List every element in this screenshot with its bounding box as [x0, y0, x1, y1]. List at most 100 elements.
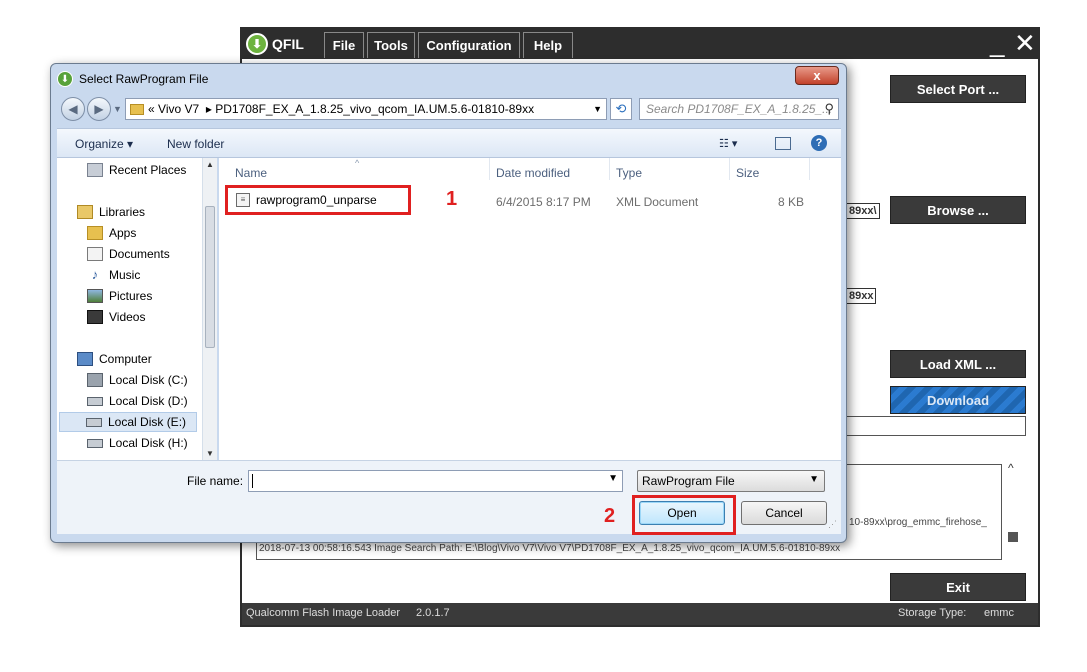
open-button[interactable]: Open: [639, 501, 725, 525]
status-storage-value[interactable]: emmc: [984, 607, 1014, 619]
nav-item-apps[interactable]: Apps: [87, 223, 136, 243]
status-version: 2.0.1.7: [416, 607, 450, 619]
status-bar: Qualcomm Flash Image Loader 2.0.1.7 Stor…: [242, 603, 1038, 625]
minimize-icon[interactable]: _: [990, 29, 1004, 57]
log-line: 2018-07-13 00:58:16.543 Image Search Pat…: [259, 543, 1001, 554]
nav-item-label: Local Disk (D:): [109, 394, 188, 408]
nav-item-libraries[interactable]: Libraries: [77, 202, 145, 222]
scroll-down-icon[interactable]: ▼: [206, 449, 214, 458]
dialog-title-text: Select RawProgram File: [79, 72, 209, 86]
preview-pane-icon[interactable]: [775, 137, 791, 150]
back-icon[interactable]: ◀: [61, 97, 85, 121]
nav-item-documents[interactable]: Documents: [87, 244, 170, 264]
file-name-dropdown-icon[interactable]: ▼: [608, 473, 618, 484]
column-size[interactable]: Size: [736, 166, 759, 180]
download-icon: ⬇: [57, 71, 73, 87]
file-name-input[interactable]: ▼: [248, 470, 623, 492]
libraries-icon: [77, 205, 93, 219]
qfil-logo: ⬇ QFIL: [246, 32, 304, 56]
log-scroll-up-icon[interactable]: ^: [1008, 461, 1014, 475]
column-divider[interactable]: [609, 158, 610, 180]
file-item-rawprogram0-unparse[interactable]: ≡ rawprogram0_unparse: [225, 185, 411, 215]
file-type-filter[interactable]: RawProgram File ▼: [637, 470, 825, 492]
dialog-close-button[interactable]: x: [795, 66, 839, 85]
breadcrumb-current-folder[interactable]: PD1708F_EX_A_1.8.25_vivo_qcom_IA.UM.5.6-…: [215, 102, 534, 116]
drive-icon: [87, 373, 103, 387]
nav-item-local-disk-d[interactable]: Local Disk (D:): [87, 391, 188, 411]
address-overflow[interactable]: «: [148, 102, 155, 116]
column-divider[interactable]: [489, 158, 490, 180]
xml-file-icon: ≡: [236, 193, 250, 207]
log-scroll-thumb[interactable]: [1008, 532, 1018, 542]
nav-item-label: Local Disk (C:): [109, 373, 188, 387]
nav-item-local-disk-c[interactable]: Local Disk (C:): [87, 370, 188, 390]
nav-item-label: Documents: [109, 247, 170, 261]
nav-item-pictures[interactable]: Pictures: [87, 286, 152, 306]
qfil-app-name: QFIL: [272, 36, 304, 52]
chevron-down-icon[interactable]: ▼: [809, 474, 819, 485]
menu-file[interactable]: File: [324, 32, 364, 58]
drive-icon: [87, 396, 103, 406]
resize-grip-icon[interactable]: ⋰: [828, 519, 837, 530]
nav-item-label: Music: [109, 268, 141, 282]
progress-field: [842, 416, 1026, 436]
forward-icon[interactable]: ▶: [87, 97, 111, 121]
drive-icon: [86, 417, 102, 427]
menu-tools[interactable]: Tools: [367, 32, 415, 58]
nav-item-label: Recent Places: [109, 163, 187, 177]
help-icon[interactable]: ?: [811, 135, 827, 151]
nav-item-recent-places[interactable]: Recent Places: [87, 160, 186, 180]
pictures-icon: [87, 289, 103, 303]
nav-item-videos[interactable]: Videos: [87, 307, 145, 327]
file-size: 8 KB: [778, 195, 805, 209]
status-storage-label: Storage Type:: [898, 607, 967, 619]
folder-icon: [87, 226, 103, 240]
exit-button[interactable]: Exit: [890, 573, 1026, 601]
search-input[interactable]: Search PD1708F_EX_A_1.8.25_... ⚲: [639, 98, 839, 120]
nav-scrollbar[interactable]: ▲ ▼: [202, 158, 217, 460]
column-divider[interactable]: [809, 158, 810, 180]
menu-configuration[interactable]: Configuration: [418, 32, 520, 58]
nav-item-label: Videos: [109, 310, 146, 324]
dialog-title: ⬇ Select RawProgram File: [57, 69, 208, 89]
load-xml-button[interactable]: Load XML ...: [890, 350, 1026, 378]
column-name[interactable]: Name: [235, 166, 267, 180]
nav-item-label: Local Disk (H:): [109, 436, 188, 450]
nav-item-label: Libraries: [99, 205, 146, 219]
close-icon[interactable]: ✕: [1014, 29, 1036, 57]
nav-item-music[interactable]: ♪ Music: [87, 265, 141, 285]
recent-locations-icon[interactable]: ▼: [113, 104, 122, 114]
nav-item-local-disk-h[interactable]: Local Disk (H:): [87, 433, 188, 453]
text-cursor: [252, 474, 253, 488]
folder-icon: [130, 103, 144, 115]
nav-scroll-thumb[interactable]: [205, 206, 215, 348]
nav-item-local-disk-e[interactable]: Local Disk (E:): [59, 412, 197, 432]
scroll-up-icon[interactable]: ▲: [206, 160, 214, 169]
annotation-2: 2: [604, 505, 616, 527]
column-divider[interactable]: [729, 158, 730, 180]
dialog-bottom-bar: File name: ▼ RawProgram File ▼ 2 Open Ca…: [57, 460, 841, 535]
breadcrumb-vivo-v7[interactable]: Vivo V7: [158, 102, 199, 116]
organize-button[interactable]: Organize ▾: [75, 137, 133, 151]
menu-help[interactable]: Help: [523, 32, 573, 58]
column-type[interactable]: Type: [616, 166, 642, 180]
refresh-icon[interactable]: ⟲: [610, 98, 632, 120]
address-dropdown-icon[interactable]: ▼: [593, 104, 602, 114]
nav-item-computer[interactable]: Computer: [77, 349, 152, 369]
file-name-label: File name:: [187, 474, 244, 488]
select-port-button[interactable]: Select Port ...: [890, 75, 1026, 103]
breadcrumb-separator[interactable]: ▸: [206, 102, 212, 116]
browse-button[interactable]: Browse ...: [890, 196, 1026, 224]
search-icon[interactable]: ⚲: [824, 101, 834, 117]
videos-icon: [87, 310, 103, 324]
view-options-icon[interactable]: ☷ ▾: [719, 137, 737, 150]
cancel-button[interactable]: Cancel: [741, 501, 827, 525]
address-bar[interactable]: « Vivo V7 ▸ PD1708F_EX_A_1.8.25_vivo_qco…: [125, 98, 607, 120]
qfil-menubar: ⬇ QFIL File Tools Configuration Help _ ✕: [242, 29, 1038, 59]
select-rawprogram-dialog: ⬇ Select RawProgram File x ◀ ▶ ▼ « Vivo …: [50, 63, 847, 543]
new-folder-button[interactable]: New folder: [167, 137, 224, 151]
download-button[interactable]: Download: [890, 386, 1026, 414]
column-date-modified[interactable]: Date modified: [496, 166, 570, 180]
xml-path-field: 89xx: [846, 288, 877, 304]
qfil-logo-icon: ⬇: [246, 33, 268, 55]
